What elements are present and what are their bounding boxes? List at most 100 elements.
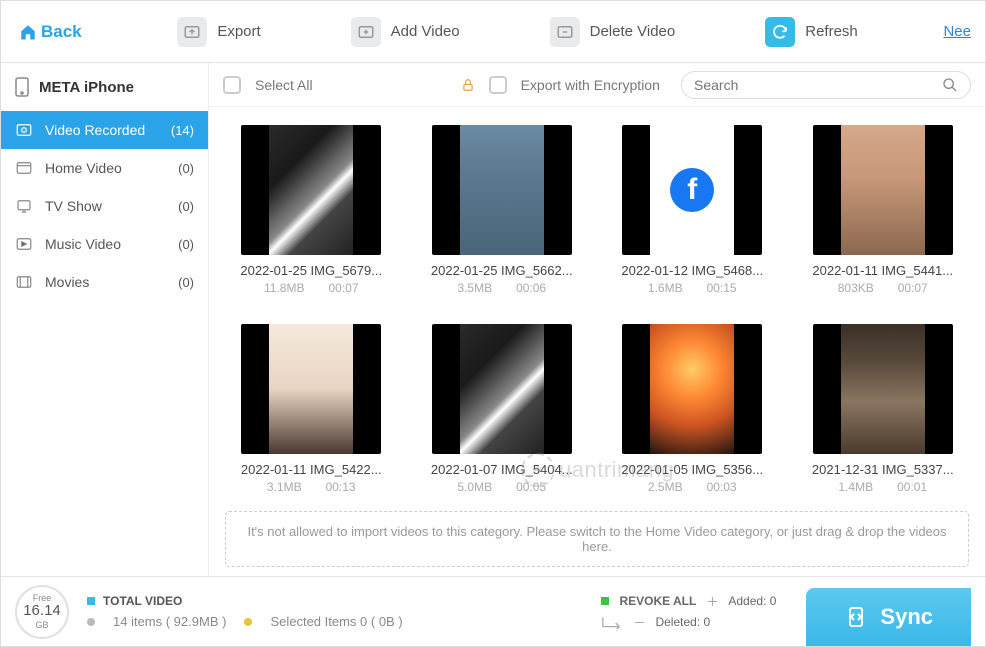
sidebar-item-movies[interactable]: Movies (0) [1,263,208,301]
content: Select All Export with Encryption 2022-0… [209,63,985,577]
items-summary: 14 items ( 92.9MB ) [113,614,226,629]
video-duration: 00:07 [898,281,928,295]
video-filename: 2021-12-31 IMG_5337... [808,462,958,477]
filter-bar: Select All Export with Encryption [209,63,985,107]
sidebar-item-label: Movies [45,274,89,290]
phone-icon [15,77,29,97]
dot-icon [601,597,609,605]
video-filename: 2022-01-25 IMG_5679... [236,263,386,278]
footer: Free 16.14 GB TOTAL VIDEO 14 items ( 92.… [1,576,985,646]
video-duration: 00:06 [516,281,546,295]
video-item[interactable]: 2022-01-11 IMG_5441... 803KB 00:07 [801,125,966,300]
video-meta: 2.5MB 00:03 [648,480,737,494]
video-item[interactable]: 2022-01-25 IMG_5679... 11.8MB 00:07 [229,125,394,300]
export-icon [177,17,207,47]
search-input[interactable] [694,77,942,93]
video-size: 1.6MB [648,281,683,295]
video-filename: 2022-01-25 IMG_5662... [427,263,577,278]
add-video-label: Add Video [391,23,460,40]
export-button[interactable]: Export [177,17,260,47]
video-size: 2.5MB [648,480,683,494]
back-button[interactable]: Back [9,22,92,42]
video-filename: 2022-01-12 IMG_5468... [617,263,767,278]
sidebar-item-label: Video Recorded [45,122,145,138]
video-duration: 00:05 [516,480,546,494]
need-link[interactable]: Nee [943,23,971,40]
import-notice: It's not allowed to import videos to thi… [225,511,969,567]
video-meta: 1.6MB00:15 [648,281,737,295]
video-filename: 2022-01-05 IMG_5356... [617,462,767,477]
delete-video-label: Delete Video [590,23,676,40]
refresh-button[interactable]: Refresh [765,17,858,47]
sidebar-item-count: (0) [178,199,194,214]
export-label: Export [217,23,260,40]
video-size: 5.0MB [457,480,492,494]
sidebar-item-count: (0) [178,275,194,290]
video-item[interactable]: 2022-01-12 IMG_5468... 1.6MB00:15 [610,125,775,300]
video-grid: 2022-01-25 IMG_5679...11.8MB00:072022-01… [209,107,985,507]
sidebar-item-label: Music Video [45,236,121,252]
video-size: 11.8MB [264,281,304,295]
sync-label: Sync [880,604,933,630]
video-duration: 00:01 [897,480,927,494]
video-duration: 00:13 [326,480,356,494]
video-filename: 2022-01-11 IMG_5422... [236,462,386,477]
sidebar-item-count: (14) [171,123,194,138]
home-icon [19,23,37,41]
sync-icon [844,605,868,629]
deleted-count: Deleted: 0 [655,615,710,629]
refresh-icon [765,17,795,47]
free-unit: GB [35,620,48,630]
sidebar-item-music-video[interactable]: Music Video (0) [1,225,208,263]
video-item[interactable]: 2021-12-31 IMG_5337... 1.4MB 00:01 [801,324,966,499]
added-count: Added: 0 [728,594,776,608]
video-meta: 5.0MB 00:05 [457,480,546,494]
disk-gauge: Free 16.14 GB [15,585,69,639]
sidebar-item-home-video[interactable]: Home Video (0) [1,149,208,187]
sidebar-item-label: TV Show [45,198,102,214]
toolbar-actions: Export Add Video Delete Video Refresh [92,17,944,47]
video-thumbnail [432,125,572,255]
footer-stats: TOTAL VIDEO 14 items ( 92.9MB ) Selected… [87,594,601,629]
sidebar-item-count: (0) [178,237,194,252]
video-duration: 00:07 [328,281,358,295]
dot-icon [87,618,95,626]
select-all-label: Select All [255,77,313,93]
sidebar-item-tv-show[interactable]: TV Show (0) [1,187,208,225]
revoke-label[interactable]: REVOKE ALL [619,594,696,608]
video-duration: 00:03 [707,480,737,494]
video-thumbnail [241,125,381,255]
video-thumbnail [813,324,953,454]
dot-icon [244,618,252,626]
sidebar-item-video-recorded[interactable]: Video Recorded (14) [1,111,208,149]
video-thumbnail [813,125,953,255]
search-icon [942,77,958,93]
video-filename: 2022-01-11 IMG_5441... [808,263,958,278]
video-thumbnail [241,324,381,454]
video-thumbnail [432,324,572,454]
sidebar-item-count: (0) [178,161,194,176]
video-item[interactable]: 2022-01-05 IMG_5356... 2.5MB 00:03 [610,324,775,499]
sync-button[interactable]: Sync [806,588,971,646]
total-video-label: TOTAL VIDEO [103,594,182,608]
add-video-button[interactable]: Add Video [351,17,460,47]
video-thumbnail [622,324,762,454]
video-item[interactable]: 2022-01-25 IMG_5662...3.5MB00:06 [420,125,585,300]
sidebar: META iPhone Video Recorded(14)Home Video… [1,63,209,577]
dot-icon [87,597,95,605]
video-item[interactable]: 2022-01-07 IMG_5404... 5.0MB 00:05 [420,324,585,499]
video-meta: 3.1MB00:13 [267,480,356,494]
refresh-label: Refresh [805,23,858,40]
video-thumbnail [622,125,762,255]
video-filename: 2022-01-07 IMG_5404... [427,462,577,477]
select-all-checkbox[interactable] [223,76,241,94]
video-meta: 803KB 00:07 [838,281,928,295]
video-size: 1.4MB [838,480,873,494]
search-box[interactable] [681,71,971,99]
encrypt-checkbox[interactable] [489,76,507,94]
main: META iPhone Video Recorded(14)Home Video… [1,63,985,577]
video-item[interactable]: 2022-01-11 IMG_5422... 3.1MB00:13 [229,324,394,499]
delete-video-button[interactable]: Delete Video [550,17,676,47]
sidebar-item-label: Home Video [45,160,122,176]
video-size: 803KB [838,281,874,295]
